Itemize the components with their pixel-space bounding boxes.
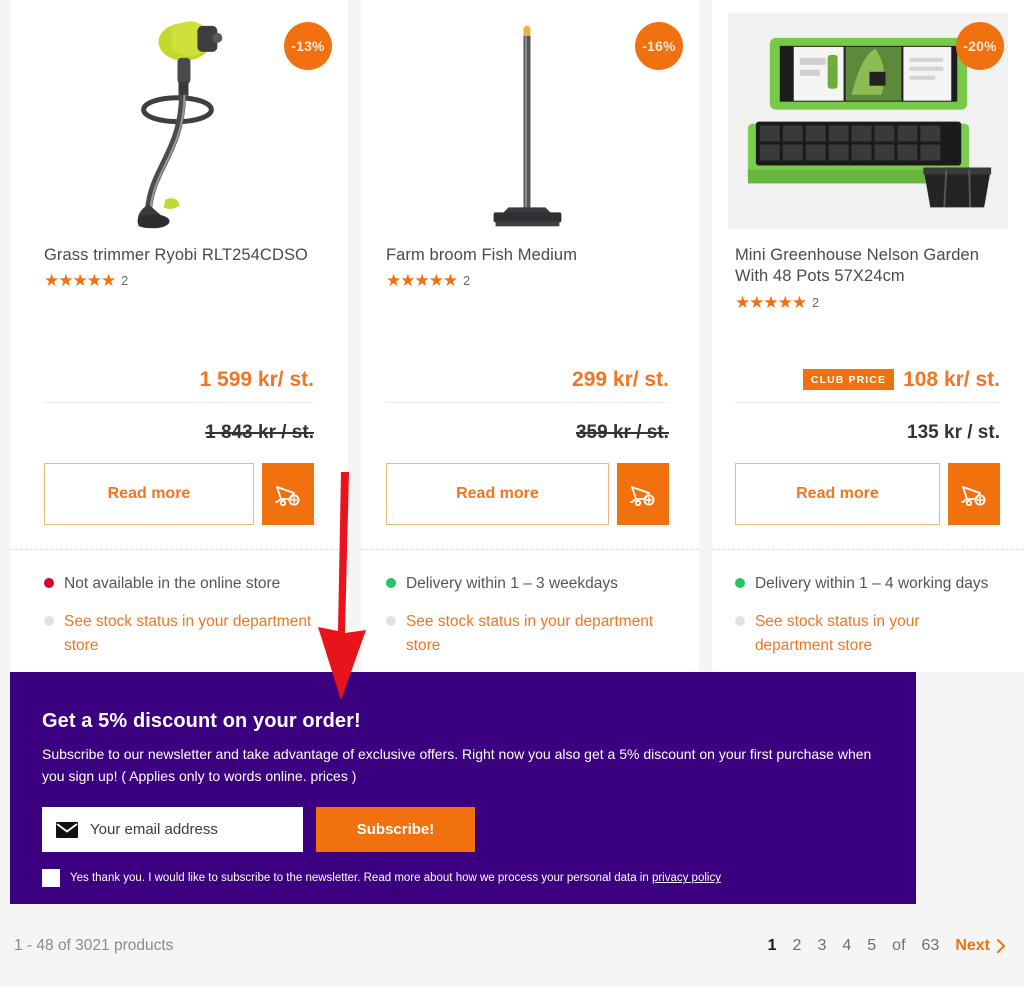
product-info: Mini Greenhouse Nelson Garden With 48 Po… [712, 245, 1024, 549]
consent-label: Yes thank you. I would like to subscribe… [70, 872, 721, 884]
old-price: 135 kr / st. [907, 421, 1000, 443]
current-price: 299 kr/ st. [572, 367, 669, 391]
wheelbarrow-add-icon [961, 486, 986, 506]
newsletter-consent: Yes thank you. I would like to subscribe… [42, 869, 884, 888]
add-to-cart-button[interactable] [947, 462, 1000, 525]
wheelbarrow-add-icon [275, 486, 300, 506]
stock-status-line: Not available in the online store [44, 572, 314, 596]
review-count: 2 [463, 274, 471, 289]
old-price-row: 1 843 kr / st. [44, 403, 314, 463]
product-image-wrap[interactable]: -20% [711, 0, 1024, 245]
current-price: 108 kr/ st. [903, 367, 1000, 391]
chevron-right-icon [997, 938, 1005, 953]
store-stock-link[interactable]: See stock status in your department stor… [64, 610, 314, 658]
read-more-button[interactable]: Read more [385, 462, 609, 525]
current-price: 1 599 kr/ st. [199, 367, 314, 391]
current-price-row: CLUB PRICE 108 kr/ st. [735, 368, 1000, 402]
page-5-button[interactable]: 5 [867, 937, 876, 955]
newsletter-body: Subscribe to our newsletter and take adv… [42, 746, 872, 784]
stock-status-dot-icon [44, 577, 54, 588]
old-price-row: 359 kr / st. [386, 403, 669, 463]
page-1-button[interactable]: 1 [768, 937, 777, 955]
of-label: of [892, 936, 906, 954]
newsletter-heading: Get a 5% discount on your order! [42, 710, 361, 732]
review-count: 2 [812, 295, 820, 310]
next-page-button[interactable]: Next [955, 937, 1006, 955]
email-field[interactable]: Your email address [42, 807, 303, 853]
stock-status-dot-icon [734, 577, 745, 588]
product-image-wrap[interactable]: -13% [10, 0, 348, 245]
star-rating-icon: ★★★★★ [44, 271, 116, 291]
store-stock-link[interactable]: See stock status in your department stor… [406, 610, 665, 658]
review-count: 2 [121, 274, 129, 289]
product-rating: ★★★★★ 2 [735, 293, 1000, 313]
product-name[interactable]: Mini Greenhouse Nelson Garden With 48 Po… [735, 245, 1000, 288]
stock-info: Delivery within 1 – 4 working days See s… [711, 548, 1024, 672]
read-more-button[interactable]: Read more [734, 462, 940, 525]
old-price: 1 843 kr / st. [205, 421, 314, 443]
stock-status-dot-icon [385, 577, 396, 588]
product-actions: Read more [385, 462, 669, 549]
discount-badge: -20% [955, 22, 1004, 70]
stock-status-line: Delivery within 1 – 4 working days [734, 572, 990, 596]
envelope-icon [56, 821, 78, 838]
stock-status-text: Delivery within 1 – 4 working days [754, 574, 989, 592]
privacy-policy-link[interactable]: privacy policy [652, 872, 721, 884]
page-3-button[interactable]: 3 [817, 937, 826, 955]
store-stock-line[interactable]: See stock status in your department stor… [44, 610, 314, 658]
product-actions: Read more [44, 462, 314, 549]
newsletter-banner: Get a 5% discount on your order! Subscri… [10, 672, 916, 904]
add-to-cart-button[interactable] [616, 462, 669, 525]
current-price-row: 299 kr/ st. [386, 368, 669, 402]
consent-text: Yes thank you. I would like to subscribe… [70, 872, 652, 885]
next-label: Next [955, 936, 990, 954]
stock-info: Not available in the online store See st… [10, 548, 348, 672]
product-info: Grass trimmer Ryobi RLT254CDSO ★★★★★ 2 1… [10, 245, 348, 549]
product-name[interactable]: Grass trimmer Ryobi RLT254CDSO [44, 245, 314, 266]
consent-checkbox[interactable] [42, 869, 60, 888]
add-to-cart-button[interactable] [261, 462, 314, 525]
club-price-badge: CLUB PRICE [802, 369, 895, 391]
read-more-button[interactable]: Read more [44, 462, 254, 525]
product-grid: -13% Grass trimmer Ryobi RLT254CDSO ★★★★… [0, 0, 1024, 672]
store-stock-dot-icon [44, 615, 54, 626]
store-stock-dot-icon [385, 615, 396, 626]
store-stock-dot-icon [734, 615, 745, 626]
subscribe-button[interactable]: Subscribe! [316, 807, 475, 853]
product-rating: ★★★★★ 2 [386, 271, 669, 291]
product-rating: ★★★★★ 2 [44, 271, 314, 291]
product-info: Farm broom Fish Medium ★★★★★ 2 299 kr/ s… [361, 245, 699, 549]
product-listing-page: -13% Grass trimmer Ryobi RLT254CDSO ★★★★… [0, 0, 1024, 987]
stock-status-line: Delivery within 1 – 3 weekdays [385, 572, 665, 596]
product-actions: Read more [734, 462, 1000, 549]
stock-status-text: Not available in the online store [64, 574, 281, 592]
stock-info: Delivery within 1 – 3 weekdays See stock… [360, 548, 699, 672]
result-count: 1 - 48 of 3021 products [14, 936, 174, 954]
listing-footer: 1 - 48 of 3021 products 1 2 3 4 5 of 63 … [0, 904, 1024, 987]
store-stock-line[interactable]: See stock status in your department stor… [734, 610, 990, 658]
star-rating-icon: ★★★★★ [734, 292, 807, 312]
old-price-row: 135 kr / st. [735, 403, 1000, 463]
product-name[interactable]: Farm broom Fish Medium [386, 245, 669, 266]
discount-badge: -13% [283, 22, 332, 70]
last-page-button[interactable]: 63 [922, 937, 940, 955]
product-card[interactable]: -16% Farm broom Fish Medium ★★★★★ 2 299 … [360, 0, 699, 672]
email-placeholder: Your email address [90, 821, 218, 839]
discount-badge: -16% [634, 22, 683, 70]
current-price-row: 1 599 kr/ st. [44, 368, 314, 402]
old-price: 359 kr / st. [575, 421, 669, 443]
product-image-wrap[interactable]: -16% [360, 0, 699, 245]
wheelbarrow-add-icon [630, 486, 655, 506]
store-stock-line[interactable]: See stock status in your department stor… [385, 610, 665, 658]
product-card[interactable]: -20% Mini Greenhouse Nelson Garden With … [711, 0, 1024, 672]
stock-status-text: Delivery within 1 – 3 weekdays [405, 574, 618, 592]
page-4-button[interactable]: 4 [842, 937, 851, 955]
product-card[interactable]: -13% Grass trimmer Ryobi RLT254CDSO ★★★★… [10, 0, 348, 672]
store-stock-link[interactable]: See stock status in your department stor… [755, 610, 990, 658]
newsletter-form: Your email address Subscribe! [42, 807, 884, 853]
page-2-button[interactable]: 2 [793, 937, 802, 955]
star-rating-icon: ★★★★★ [385, 271, 458, 291]
pagination: 1 2 3 4 5 of 63 Next [768, 937, 1010, 955]
